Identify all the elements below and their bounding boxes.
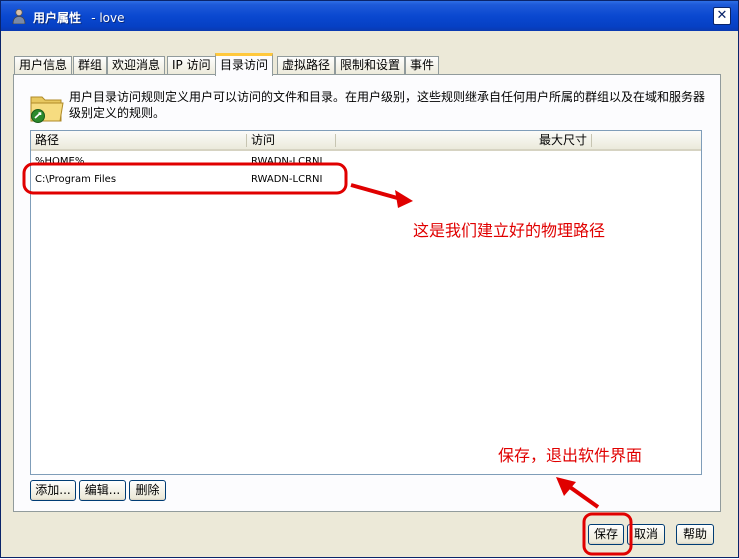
window-title: 用户属性 - love bbox=[33, 9, 125, 26]
row-access: RWADN-LCRNI bbox=[251, 156, 323, 167]
cancel-button[interactable]: 取消 bbox=[627, 524, 665, 545]
row-path: %HOME% bbox=[35, 156, 85, 167]
add-button[interactable]: 添加... bbox=[30, 480, 76, 501]
tab-user-info[interactable]: 用户信息 bbox=[14, 56, 73, 75]
close-button[interactable]: ✕ bbox=[713, 7, 731, 25]
list-header: 路径 访问 最大尺寸 bbox=[31, 131, 701, 151]
tab-virtual-paths[interactable]: 虚拟路径 bbox=[277, 56, 336, 75]
title-bar[interactable]: 用户属性 - love ✕ bbox=[1, 1, 738, 31]
close-icon: ✕ bbox=[716, 8, 728, 23]
table-row[interactable]: %HOME% RWADN-LCRNI bbox=[31, 154, 701, 170]
directory-access-description: 用户目录访问规则定义用户可以访问的文件和目录。在用户级别，这些规则继承自任何用户… bbox=[69, 90, 706, 120]
tab-welcome-message[interactable]: 欢迎消息 bbox=[107, 56, 166, 75]
user-icon bbox=[12, 8, 26, 24]
save-button[interactable]: 保存 bbox=[588, 524, 624, 545]
tab-ip-access[interactable]: IP 访问 bbox=[167, 56, 216, 75]
edit-button[interactable]: 编辑... bbox=[79, 480, 126, 501]
column-divider[interactable] bbox=[591, 134, 592, 147]
column-header-path[interactable]: 路径 bbox=[31, 131, 246, 149]
table-row[interactable]: C:\Program Files RWADN-LCRNI bbox=[31, 172, 701, 188]
directory-rules-list[interactable]: 路径 访问 最大尺寸 %HOME% RWADN-LCRNI C:\Program… bbox=[30, 130, 702, 475]
window-title-user: - love bbox=[91, 11, 125, 25]
row-path: C:\Program Files bbox=[35, 174, 117, 185]
tab-directory-access[interactable]: 目录访问 bbox=[215, 53, 274, 76]
column-header-max-size[interactable]: 最大尺寸 bbox=[336, 131, 591, 149]
tab-groups[interactable]: 群组 bbox=[73, 56, 108, 75]
save-annotation: 保存，退出软件界面 bbox=[498, 446, 643, 465]
folder-key-icon bbox=[30, 96, 64, 123]
tab-limits-settings[interactable]: 限制和设置 bbox=[335, 56, 406, 75]
user-properties-window: 用户属性 - love ✕ 用户信息 群组 欢迎消息 IP 访问 目录访问 虚拟… bbox=[0, 0, 739, 558]
physical-path-annotation: 这是我们建立好的物理路径 bbox=[413, 221, 606, 240]
row-access: RWADN-LCRNI bbox=[251, 174, 323, 185]
window-title-main: 用户属性 bbox=[33, 11, 82, 25]
help-button[interactable]: 帮助 bbox=[676, 524, 714, 545]
delete-button[interactable]: 删除 bbox=[129, 480, 166, 501]
tab-events[interactable]: 事件 bbox=[405, 56, 440, 75]
column-header-access[interactable]: 访问 bbox=[247, 131, 335, 149]
